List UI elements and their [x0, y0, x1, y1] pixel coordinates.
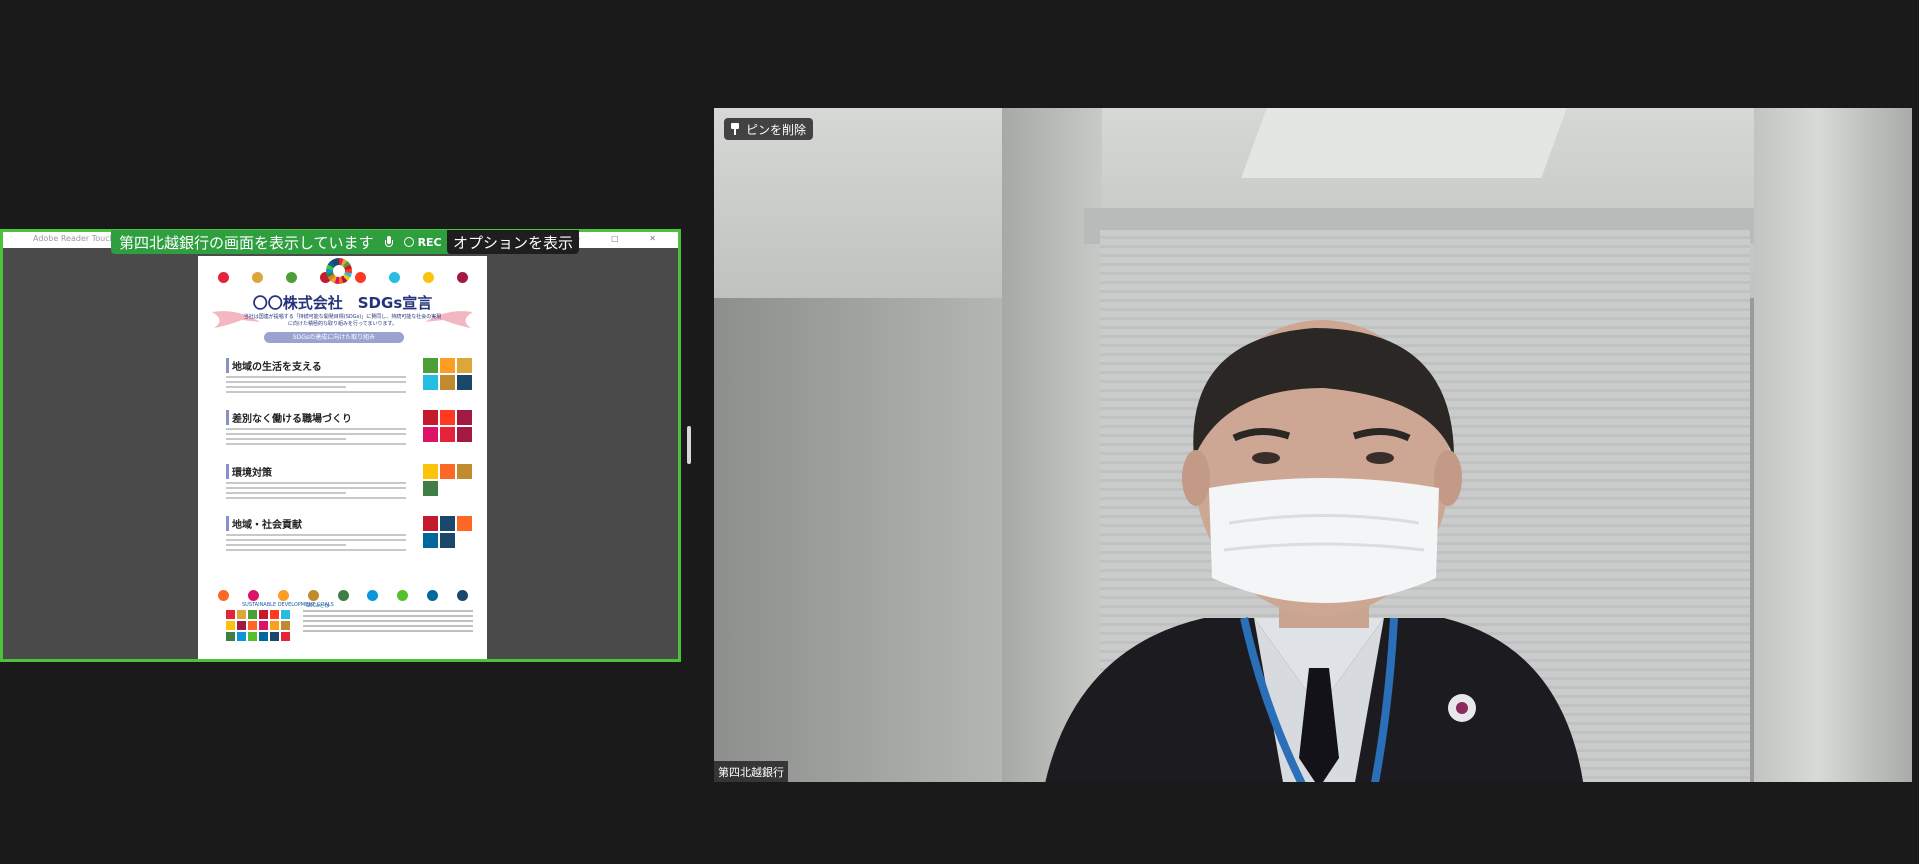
- goal-dot: [252, 272, 264, 283]
- goal-dot: [397, 590, 409, 601]
- initiatives-band: SDGsの達成に向けた取り組み: [264, 332, 404, 343]
- unpin-label: ピンを削除: [746, 122, 807, 137]
- goal-tile: [226, 610, 235, 619]
- shared-document-page: 〇〇株式会社 SDGs宣言 当社は国連が提唱する「持続可能な開発目標(SDGs)…: [198, 256, 487, 659]
- document-subtitle: 当社は国連が提唱する「持続可能な開発目標(SDGs)」に賛同し、持続可能な社会の…: [243, 314, 442, 327]
- goal-dot: [456, 272, 468, 283]
- goal-dot: [218, 272, 229, 283]
- goal-tile: [248, 610, 257, 619]
- goal-tile: [259, 621, 268, 630]
- goal-tile: [226, 621, 235, 630]
- goal-dot: [427, 590, 439, 601]
- goal-tile: [270, 621, 279, 630]
- goal-dot: [337, 590, 349, 601]
- goal-dot: [367, 590, 379, 601]
- goals-grid: [226, 610, 290, 641]
- goal-dot: [277, 590, 289, 601]
- goal-dot: [218, 590, 229, 601]
- shared-screen-panel[interactable]: Adobe Reader Touch — □ ✕ 第四北越銀行の画面を表示してい…: [0, 229, 681, 662]
- shared-window-controls: — □ ✕: [572, 234, 670, 243]
- goal-tile: [237, 632, 246, 641]
- participant-video-tile[interactable]: ピンを削除 第四北越銀行: [714, 108, 1912, 782]
- rec-label: REC: [417, 235, 442, 249]
- participant-name-tag: 第四北越銀行: [714, 761, 788, 782]
- screen-share-status-text: 第四北越銀行の画面を表示しています: [119, 233, 374, 252]
- section-goal-icons: [423, 516, 473, 548]
- sdg-wheel-logo: [326, 258, 352, 284]
- screen-share-status-bar[interactable]: 第四北越銀行の画面を表示しています REC: [111, 230, 450, 254]
- record-indicator-icon: [403, 237, 414, 247]
- goal-tile: [281, 621, 290, 630]
- microphone-icon[interactable]: [384, 235, 394, 249]
- goal-tile: [237, 610, 246, 619]
- goal-tile: [281, 610, 290, 619]
- section-goal-icons: [423, 464, 473, 496]
- goal-tile: [237, 621, 246, 630]
- sdgs-description: [303, 610, 473, 635]
- goal-tile: [226, 632, 235, 641]
- participant-video-feed: [1045, 320, 1583, 782]
- goal-dot: [307, 590, 319, 601]
- sdgs-about-label: SDGsとは: [306, 603, 330, 609]
- goal-dot: [422, 272, 434, 283]
- goal-tile: [281, 632, 290, 641]
- goal-tile: [248, 632, 257, 641]
- goal-dot: [354, 272, 366, 283]
- shared-app-label: Adobe Reader Touch: [33, 234, 115, 243]
- goal-tile: [270, 632, 279, 641]
- goal-dot: [457, 590, 468, 601]
- bottom-goal-dots: [218, 590, 468, 601]
- pin-icon: [730, 123, 740, 135]
- section-goal-icons: [423, 410, 473, 442]
- goal-dot: [286, 272, 298, 283]
- goal-tile: [248, 621, 257, 630]
- goal-tile: [259, 610, 268, 619]
- unpin-video-button[interactable]: ピンを削除: [724, 118, 814, 140]
- section-goal-icons: [423, 358, 473, 390]
- goal-tile: [259, 632, 268, 641]
- goal-tile: [270, 610, 279, 619]
- goal-dot: [388, 272, 400, 283]
- goal-dot: [247, 590, 259, 601]
- view-options-button[interactable]: オプションを表示: [447, 230, 580, 254]
- panel-resize-handle[interactable]: [687, 426, 691, 464]
